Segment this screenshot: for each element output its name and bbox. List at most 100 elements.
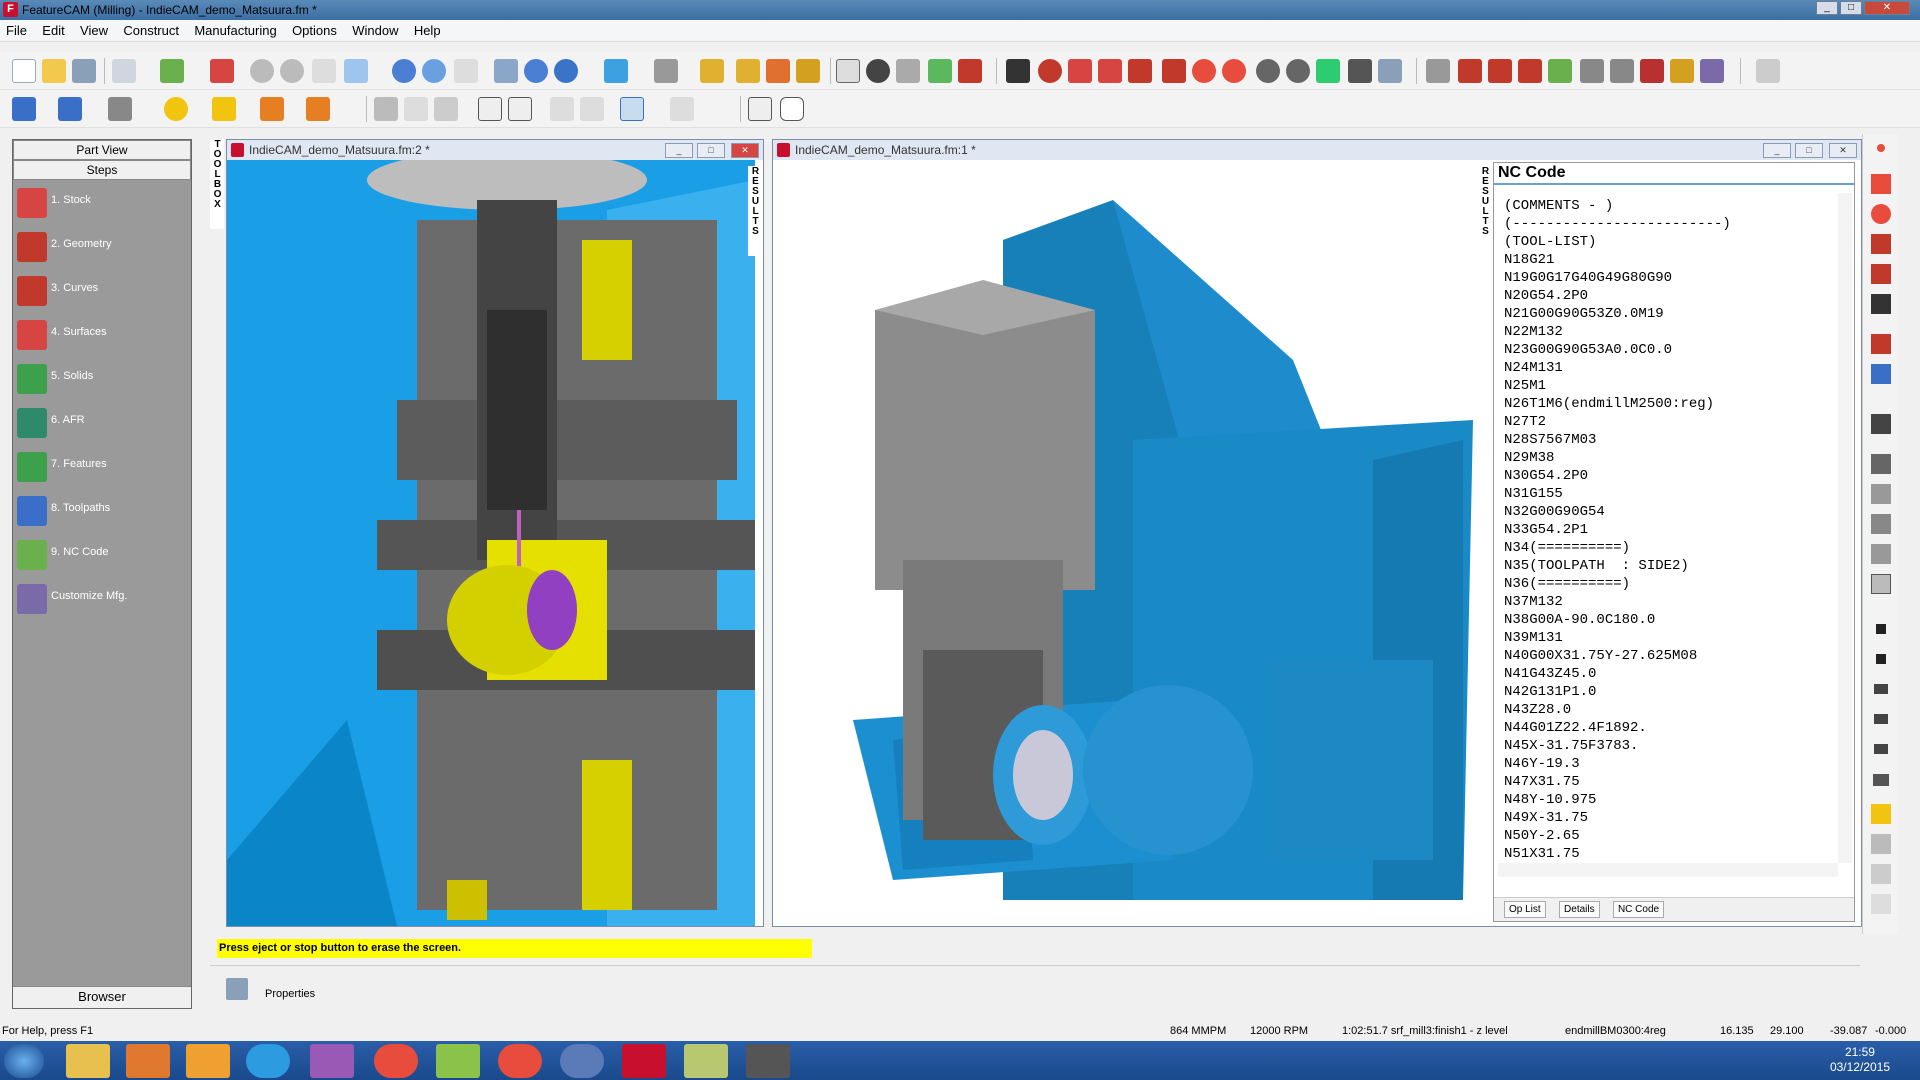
nc-code-line[interactable]: N45X-31.75F3783. xyxy=(1504,737,1731,755)
nc-code-line[interactable]: (TOOL-LIST) xyxy=(1504,233,1731,251)
fruit-app-icon[interactable] xyxy=(498,1044,542,1078)
plane-icon[interactable] xyxy=(108,97,132,121)
search-icon[interactable] xyxy=(422,59,446,83)
results-strip-2[interactable]: RESULTS xyxy=(1478,166,1492,256)
step-nc-code[interactable]: 9. NC Code xyxy=(13,532,191,576)
hexagon-icon[interactable] xyxy=(780,97,804,121)
surface-mill-icon[interactable] xyxy=(1640,59,1664,83)
nc-code-line[interactable]: N30G54.2P0 xyxy=(1504,467,1731,485)
transparency-icon[interactable] xyxy=(1871,834,1891,854)
tab-op-list[interactable]: Op List xyxy=(1504,901,1546,918)
nc-code-line[interactable]: N41G43Z45.0 xyxy=(1504,665,1731,683)
paint-icon[interactable] xyxy=(310,1044,354,1078)
tool-view-icon[interactable] xyxy=(550,97,574,121)
line-draw-icon[interactable] xyxy=(1871,174,1891,194)
redo-icon[interactable] xyxy=(280,59,304,83)
nc-code-line[interactable]: N25M1 xyxy=(1504,377,1731,395)
info-icon[interactable] xyxy=(494,59,518,83)
fixture-icon[interactable] xyxy=(580,97,604,121)
nc-vertical-scrollbar[interactable] xyxy=(1838,193,1852,863)
nc-code-line[interactable]: N24M131 xyxy=(1504,359,1731,377)
check-icon[interactable] xyxy=(1871,364,1891,384)
line-icon[interactable] xyxy=(1098,59,1122,83)
sweep-icon[interactable] xyxy=(260,97,284,121)
stop-icon[interactable] xyxy=(1876,624,1886,634)
line-vertical-icon[interactable] xyxy=(1068,59,1092,83)
outlook-icon[interactable] xyxy=(186,1044,230,1078)
nc-code-line[interactable]: N51X31.75 xyxy=(1504,845,1731,863)
nc-code-line[interactable]: (COMMENTS - ) xyxy=(1504,197,1731,215)
step-afr[interactable]: 6. AFR xyxy=(13,400,191,444)
nc-code-line[interactable]: N19G0G17G40G49G80G90 xyxy=(1504,269,1731,287)
point-draw-icon[interactable] xyxy=(1877,144,1885,152)
reset-icon[interactable] xyxy=(1871,894,1891,914)
properties-icon[interactable] xyxy=(226,978,248,1000)
file-explorer-icon[interactable] xyxy=(66,1044,110,1078)
crosshair-icon[interactable] xyxy=(1162,59,1186,83)
slot-icon[interactable] xyxy=(1580,59,1604,83)
tab-nc-code[interactable]: NC Code xyxy=(1612,901,1665,918)
nc-code-line[interactable]: N23G00G90G53A0.0C0.0 xyxy=(1504,341,1731,359)
nc-code-line[interactable]: N26T1M6(endmillM2500:reg) xyxy=(1504,395,1731,413)
pick-icon[interactable] xyxy=(1756,59,1780,83)
hidden-line-icon[interactable] xyxy=(434,97,458,121)
step-customize-mfg[interactable]: Customize Mfg. xyxy=(13,576,191,620)
highlight-icon[interactable] xyxy=(1871,804,1891,824)
nc-code-line[interactable]: N47X31.75 xyxy=(1504,773,1731,791)
nc-code-line[interactable]: N32G00G90G54 xyxy=(1504,503,1731,521)
iso-view-icon[interactable] xyxy=(508,97,532,121)
point-icon[interactable] xyxy=(1038,59,1062,83)
measure-icon[interactable] xyxy=(700,59,724,83)
nc-code-line[interactable]: N50Y-2.65 xyxy=(1504,827,1731,845)
stock-icon[interactable] xyxy=(160,59,184,83)
step-icon[interactable] xyxy=(1871,484,1891,504)
toolbox-strip[interactable]: TOOLBOX xyxy=(210,139,224,229)
section-icon[interactable] xyxy=(1871,864,1891,884)
help-icon[interactable] xyxy=(554,59,578,83)
minimize-button[interactable]: _ xyxy=(1816,1,1838,15)
menu-file[interactable]: File xyxy=(0,20,33,41)
nc-code-line[interactable]: N39M131 xyxy=(1504,629,1731,647)
surface-icon[interactable] xyxy=(212,97,236,121)
trim-icon[interactable] xyxy=(1871,334,1891,354)
step-geometry[interactable]: 2. Geometry xyxy=(13,224,191,268)
nc-code-line[interactable]: N20G54.2P0 xyxy=(1504,287,1731,305)
step-forward-sim-icon[interactable] xyxy=(1874,714,1888,724)
shaded-view-icon[interactable] xyxy=(374,97,398,121)
system-clock[interactable]: 21:59 03/12/2015 xyxy=(1830,1045,1890,1075)
pencil-icon[interactable] xyxy=(670,97,694,121)
menu-construct[interactable]: Construct xyxy=(117,20,185,41)
axis-icon[interactable] xyxy=(654,59,678,83)
nc-horizontal-scrollbar[interactable] xyxy=(1498,863,1838,877)
results-strip-1[interactable]: RESULTS xyxy=(748,166,762,256)
nc-code-line[interactable]: N48Y-10.975 xyxy=(1504,791,1731,809)
sim-window-icon[interactable] xyxy=(1871,574,1891,594)
holes-icon[interactable] xyxy=(1458,59,1482,83)
menu-options[interactable]: Options xyxy=(286,20,343,41)
new-file-icon[interactable] xyxy=(12,59,36,83)
feature-icon[interactable] xyxy=(766,59,790,83)
menu-edit[interactable]: Edit xyxy=(36,20,70,41)
arc-icon[interactable] xyxy=(1286,59,1310,83)
viewport-2-minimize-button[interactable]: _ xyxy=(665,143,693,158)
featurecam-taskbar-icon[interactable] xyxy=(622,1044,666,1078)
machine-3d-view[interactable] xyxy=(227,160,755,926)
itunes-icon[interactable] xyxy=(560,1044,604,1078)
window-icon[interactable] xyxy=(748,97,772,121)
nc-code-line[interactable]: N40G00X31.75Y-27.625M08 xyxy=(1504,647,1731,665)
save-icon[interactable] xyxy=(72,59,96,83)
wizard-icon[interactable] xyxy=(796,59,820,83)
open-folder-icon[interactable] xyxy=(42,59,66,83)
nc-code-line[interactable]: N36(==========) xyxy=(1504,575,1731,593)
nc-code-line[interactable]: N31G155 xyxy=(1504,485,1731,503)
wireframe-icon[interactable] xyxy=(404,97,428,121)
nc-code-line[interactable]: N46Y-19.3 xyxy=(1504,755,1731,773)
circle-icon[interactable] xyxy=(1256,59,1280,83)
toolpath-view-icon[interactable] xyxy=(620,97,644,121)
eject-icon[interactable] xyxy=(1871,414,1891,434)
side-icon[interactable] xyxy=(1548,59,1572,83)
diagonal-line-icon[interactable] xyxy=(1128,59,1152,83)
dimension-icon[interactable] xyxy=(1871,294,1891,314)
folder-taskbar-icon[interactable] xyxy=(684,1044,728,1078)
view-left-icon[interactable] xyxy=(1426,59,1450,83)
